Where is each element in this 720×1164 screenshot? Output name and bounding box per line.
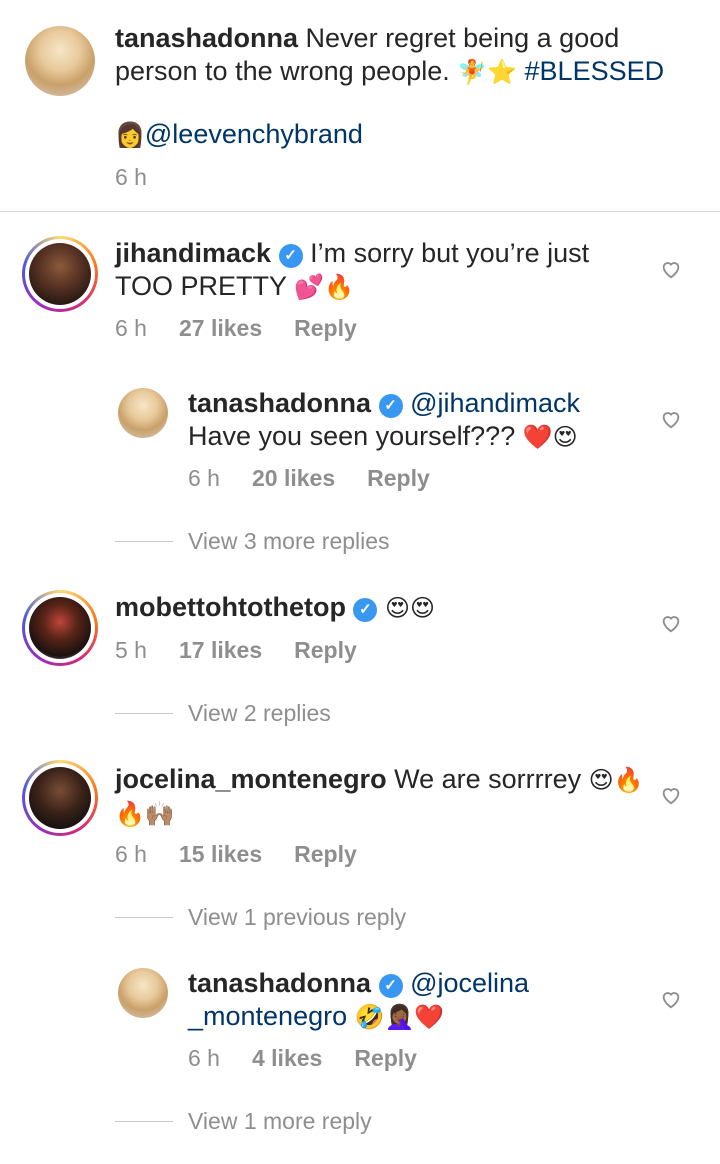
heart-outline-icon[interactable] xyxy=(660,258,682,280)
caption-divider xyxy=(0,211,720,212)
heart-eyes-fire-emoji: 😍🔥 xyxy=(588,766,644,794)
reply-meta: 6 h 20 likes Reply xyxy=(188,464,462,492)
heart-outline-icon[interactable] xyxy=(660,988,682,1010)
reply-username[interactable]: tanashadonna xyxy=(188,388,371,418)
heart-outline-icon[interactable] xyxy=(660,612,682,634)
comment-meta: 6 h 27 likes Reply xyxy=(115,314,389,342)
heart-eyes-emoji: ❤️😍 xyxy=(522,423,578,451)
comment-avatar-ring[interactable] xyxy=(22,760,98,836)
comment-username[interactable]: mobettohtothetop xyxy=(115,592,346,622)
view-replies[interactable]: View 2 replies xyxy=(188,699,331,727)
comment-meta: 6 h 15 likes Reply xyxy=(115,840,389,868)
verified-badge-icon: ✓ xyxy=(353,598,378,622)
comment-line2: TOO PRETTY xyxy=(115,271,287,301)
comment-time: 6 h xyxy=(115,841,147,867)
caption-mention-line: 👩@leevenchybrand xyxy=(115,118,363,152)
reply-time: 6 h xyxy=(188,1045,220,1071)
avatar xyxy=(29,767,91,829)
comment-text: mobettohtothetop ✓ 😍😍 xyxy=(115,591,645,625)
mention-link[interactable]: @leevenchybrand xyxy=(145,119,363,149)
comment-username[interactable]: jihandimack xyxy=(115,238,271,268)
reply-line: Have you seen yourself??? xyxy=(188,421,516,451)
reply-avatar[interactable] xyxy=(118,968,168,1018)
hearts-fire-emoji: 💕🔥 xyxy=(294,273,354,301)
heart-eyes-emoji: 😍😍 xyxy=(384,594,436,622)
verified-badge-icon: ✓ xyxy=(378,974,403,998)
verified-badge-icon: ✓ xyxy=(278,244,303,268)
woman-emoji: 👩 xyxy=(115,121,145,149)
comment-time: 5 h xyxy=(115,637,147,663)
heart-outline-icon[interactable] xyxy=(660,408,682,430)
reply-text: tanashadonna ✓ @jihandimack Have you see… xyxy=(188,387,658,454)
comment-avatar-ring[interactable] xyxy=(22,236,98,312)
comment-avatar-ring[interactable] xyxy=(22,590,98,666)
likes-count[interactable]: 17 likes xyxy=(179,637,262,663)
view-replies-line xyxy=(115,1121,173,1122)
view-replies-line xyxy=(115,713,173,714)
likes-count[interactable]: 20 likes xyxy=(252,465,335,491)
hashtag-link[interactable]: #BLESSED xyxy=(525,56,665,86)
reply-button[interactable]: Reply xyxy=(294,315,357,341)
fire-hands-emoji: 🔥🙌🏽 xyxy=(115,800,175,828)
view-more-reply[interactable]: View 1 more reply xyxy=(188,1107,372,1135)
caption-line2: person to the wrong people. xyxy=(115,56,450,86)
view-replies-line xyxy=(115,541,173,542)
laugh-facepalm-heart-emoji: 🤣🤦🏾‍♀️❤️ xyxy=(354,1003,445,1031)
likes-count[interactable]: 15 likes xyxy=(179,841,262,867)
reply-time: 6 h xyxy=(188,465,220,491)
mention-link-cont[interactable]: _montenegro xyxy=(188,1001,347,1031)
reply-button[interactable]: Reply xyxy=(367,465,430,491)
comment-text: jocelina_montenegro We are sorrrrey 😍🔥 🔥… xyxy=(115,763,645,831)
likes-count[interactable]: 4 likes xyxy=(252,1045,322,1071)
view-previous-reply[interactable]: View 1 previous reply xyxy=(188,903,406,931)
caption-time: 6 h xyxy=(115,164,147,190)
caption-line1: Never regret being a good xyxy=(305,23,620,53)
reply-avatar[interactable] xyxy=(118,388,168,438)
reply-button[interactable]: Reply xyxy=(294,637,357,663)
comment-line1: I’m sorry but you’re just xyxy=(310,238,590,268)
comment-username[interactable]: jocelina_montenegro xyxy=(115,764,387,794)
view-replies-line xyxy=(115,917,173,918)
likes-count[interactable]: 27 likes xyxy=(179,315,262,341)
caption-text: tanashadonna Never regret being a good p… xyxy=(115,22,695,89)
caption-username[interactable]: tanashadonna xyxy=(115,23,298,53)
avatar xyxy=(29,243,91,305)
reply-text: tanashadonna ✓ @jocelina _montenegro 🤣🤦🏾… xyxy=(188,967,658,1034)
comment-line1: We are sorrrrey xyxy=(394,764,582,794)
fairy-star-emoji: 🧚⭐ xyxy=(457,58,518,86)
caption-avatar[interactable] xyxy=(25,26,95,96)
comment-meta: 5 h 17 likes Reply xyxy=(115,636,389,664)
verified-badge-icon: ✓ xyxy=(378,394,403,418)
reply-username[interactable]: tanashadonna xyxy=(188,968,371,998)
mention-link[interactable]: @jocelina xyxy=(410,968,529,998)
avatar xyxy=(29,597,91,659)
reply-meta: 6 h 4 likes Reply xyxy=(188,1044,449,1072)
reply-button[interactable]: Reply xyxy=(294,841,357,867)
view-more-replies[interactable]: View 3 more replies xyxy=(188,527,390,555)
heart-outline-icon[interactable] xyxy=(660,784,682,806)
comment-time: 6 h xyxy=(115,315,147,341)
mention-link[interactable]: @jihandimack xyxy=(410,388,580,418)
comment-text: jihandimack ✓ I’m sorry but you’re just … xyxy=(115,237,645,304)
reply-button[interactable]: Reply xyxy=(354,1045,417,1071)
